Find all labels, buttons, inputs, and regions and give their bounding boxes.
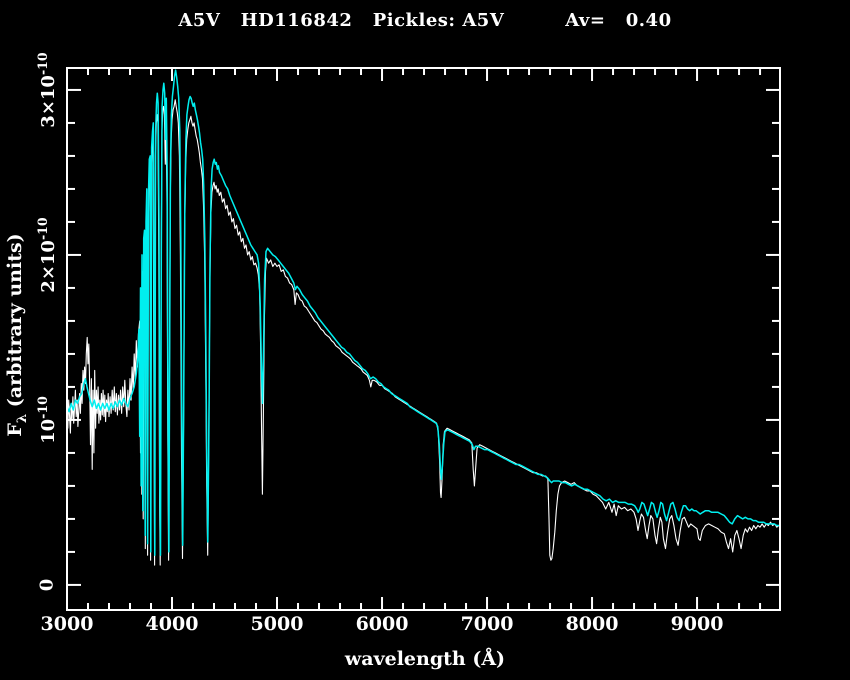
- y-tick-label: 10-10: [35, 396, 59, 444]
- spectrum-chart-canvas: [0, 0, 850, 680]
- x-tick-label: 3000: [40, 613, 94, 635]
- x-axis-label: wavelength (Å): [344, 648, 506, 670]
- x-tick-label: 7000: [460, 613, 514, 635]
- x-tick-label: 9000: [670, 613, 724, 635]
- x-tick-label: 8000: [565, 613, 619, 635]
- spectrum-plot-window: A5V HD116842 Pickles: A5V Av= 0.40 wavel…: [0, 0, 850, 680]
- x-tick-label: 5000: [250, 613, 304, 635]
- plot-title: A5V HD116842 Pickles: A5V Av= 0.40: [178, 10, 672, 31]
- x-tick-label: 6000: [355, 613, 409, 635]
- y-tick-label: 2×10-10: [35, 217, 59, 293]
- x-tick-label: 4000: [145, 613, 199, 635]
- y-axis-label: Fλ (arbitrary units): [4, 233, 30, 437]
- plot-background: [0, 0, 850, 680]
- y-tick-label: 0: [36, 578, 58, 592]
- y-tick-label: 3×10-10: [35, 52, 59, 128]
